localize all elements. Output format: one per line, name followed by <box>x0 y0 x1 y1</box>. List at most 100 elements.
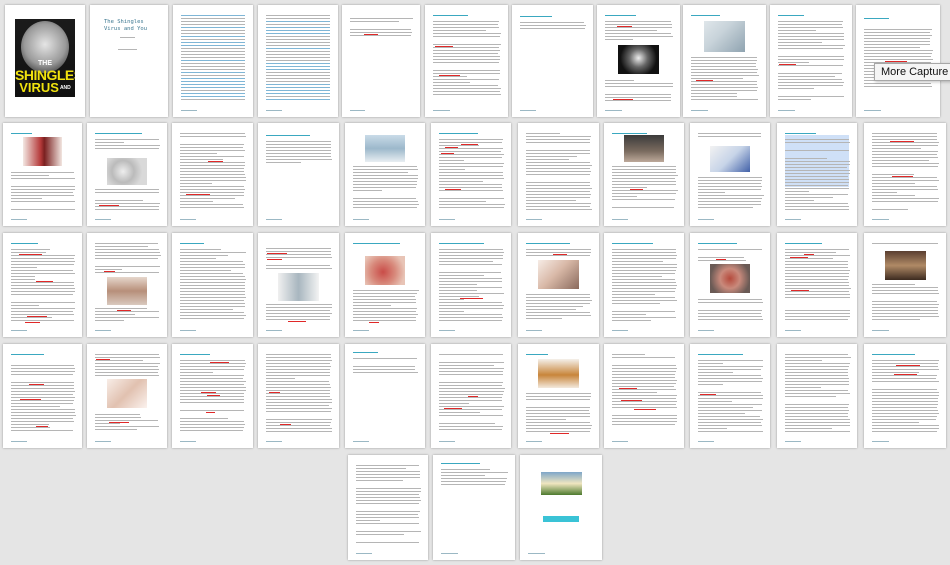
page-photo-image <box>538 260 579 290</box>
page-thumbnail[interactable] <box>258 5 338 117</box>
page-thumbnail[interactable] <box>770 5 852 117</box>
page-thumbnail[interactable] <box>87 233 167 337</box>
page-thumbnail[interactable] <box>777 344 857 448</box>
page-footer <box>785 330 801 331</box>
page-thumbnail[interactable] <box>87 344 167 448</box>
page-thumbnail[interactable] <box>345 344 425 448</box>
page-thumbnail[interactable] <box>258 123 339 226</box>
page-thumbnail[interactable] <box>604 344 684 448</box>
page-thumbnail[interactable] <box>342 5 420 117</box>
page-photo-image <box>107 276 147 305</box>
page-footer <box>266 441 283 442</box>
page-footer <box>520 110 537 111</box>
page-photo-image <box>703 20 746 53</box>
page-thumbnail[interactable] <box>172 123 253 226</box>
page-thumbnail[interactable] <box>683 5 766 117</box>
page-thumbnail[interactable] <box>433 455 515 560</box>
page-thumbnail[interactable] <box>777 123 857 226</box>
page-footer <box>439 330 455 331</box>
page-photo-image <box>624 135 664 163</box>
page-footer <box>181 110 197 111</box>
page-thumbnail[interactable] <box>597 5 680 117</box>
page-thumbnail[interactable] <box>258 233 339 337</box>
page-photo-image <box>365 135 405 163</box>
page-footer <box>433 110 450 111</box>
page-thumbnail[interactable] <box>258 344 339 448</box>
page-thumbnail[interactable] <box>431 344 511 448</box>
page-thumbnail[interactable] <box>690 233 770 337</box>
page-thumbnail[interactable] <box>864 123 946 226</box>
page-footer <box>356 553 372 554</box>
page-thumbnail[interactable] <box>777 233 857 337</box>
page-thumbnail[interactable] <box>690 123 770 226</box>
page-thumbnail[interactable] <box>856 5 940 117</box>
page-thumbnail[interactable] <box>172 344 253 448</box>
page-photo-image <box>278 272 319 301</box>
page-footer <box>95 441 111 442</box>
page-thumbnail[interactable]: THESHINGLESVIRUSANDYOU <box>5 5 85 117</box>
page-footer <box>526 441 543 442</box>
page-photo-image <box>884 250 926 280</box>
page-footer <box>612 330 628 331</box>
page-thumbnail[interactable] <box>173 5 253 117</box>
page-footer <box>10 330 27 331</box>
page-thumbnail[interactable] <box>604 233 684 337</box>
page-thumbnail[interactable] <box>348 455 428 560</box>
page-footer <box>439 441 455 442</box>
page-thumbnail[interactable] <box>520 455 602 560</box>
teal-button-graphic <box>542 515 580 522</box>
page-thumbnail[interactable] <box>431 123 511 226</box>
page-footer <box>691 110 708 111</box>
page-footer <box>95 219 111 220</box>
page-footer <box>180 330 197 331</box>
page-footer <box>612 441 628 442</box>
tooltip-more-capture-types: More Capture Ty <box>874 63 950 81</box>
page-photo-image <box>540 471 582 495</box>
page-footer <box>612 219 628 220</box>
page-thumbnail[interactable] <box>864 233 946 337</box>
page-footer <box>10 441 27 442</box>
page-thumbnail[interactable] <box>690 344 770 448</box>
page-photo-image <box>710 264 750 294</box>
page-footer <box>698 219 714 220</box>
page-photo-image <box>107 379 147 409</box>
page-thumbnail[interactable] <box>172 233 253 337</box>
page-footer <box>778 110 795 111</box>
page-footer <box>353 441 369 442</box>
page-thumbnail[interactable]: The Shingles Virus and You <box>90 5 168 117</box>
page-footer <box>698 441 714 442</box>
page-thumbnail[interactable] <box>604 123 684 226</box>
page-footer <box>872 330 889 331</box>
page-footer <box>266 219 283 220</box>
page-footer <box>698 330 714 331</box>
page-thumbnail[interactable] <box>431 233 511 337</box>
page-footer <box>349 110 366 111</box>
page-footer <box>353 330 369 331</box>
page-thumbnail[interactable] <box>3 344 82 448</box>
page-footer <box>872 441 889 442</box>
page-photo-image <box>538 358 579 388</box>
page-footer <box>441 553 458 554</box>
page-thumbnail[interactable] <box>518 233 599 337</box>
page-footer <box>266 330 283 331</box>
page-footer <box>353 219 369 220</box>
page-footer <box>785 219 801 220</box>
page-footer <box>439 219 455 220</box>
page-thumbnail[interactable] <box>512 5 593 117</box>
cover-title-virus-you: VIRUSANDYOU <box>19 80 71 97</box>
page-thumbnail[interactable] <box>3 233 82 337</box>
page-thumbnail[interactable] <box>518 344 599 448</box>
page-footer <box>785 441 801 442</box>
page-footer <box>526 219 543 220</box>
page-thumbnail[interactable] <box>864 344 946 448</box>
book-cover-image: THESHINGLESVIRUSANDYOU <box>15 19 75 97</box>
page-thumbnail[interactable] <box>87 123 167 226</box>
page-thumbnail[interactable] <box>425 5 508 117</box>
page-thumbnail[interactable] <box>345 123 425 226</box>
page-footer <box>526 330 543 331</box>
page-footer <box>605 110 622 111</box>
page-thumbnail[interactable] <box>3 123 82 226</box>
page-thumbnail[interactable] <box>345 233 425 337</box>
page-photo-image <box>617 45 660 75</box>
page-thumbnail[interactable] <box>518 123 599 226</box>
